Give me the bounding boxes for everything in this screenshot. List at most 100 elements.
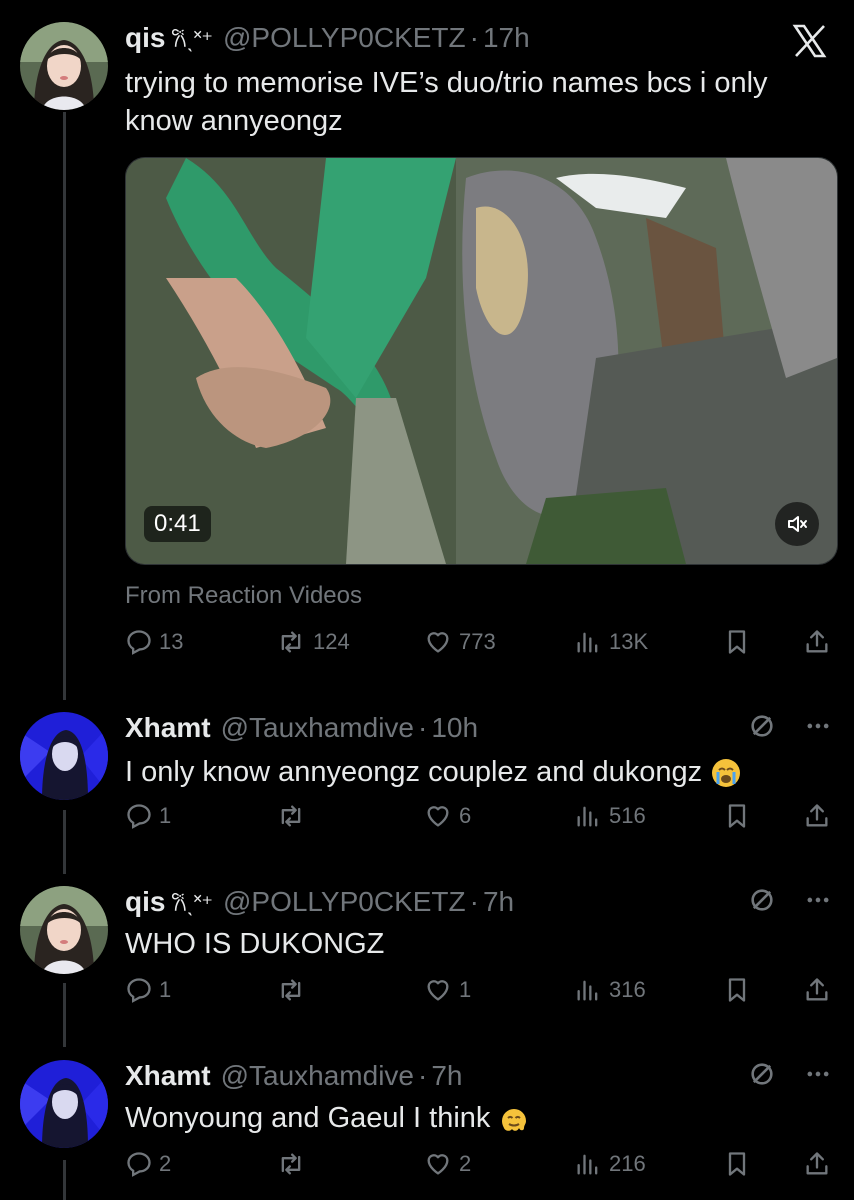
share-button[interactable] xyxy=(803,976,831,1004)
avatar[interactable] xyxy=(20,886,108,974)
avatar[interactable] xyxy=(20,22,108,110)
retweet-icon xyxy=(275,1150,307,1178)
thread-line xyxy=(63,1160,66,1200)
like-button[interactable]: 2 xyxy=(423,1150,471,1178)
share-button[interactable] xyxy=(803,802,831,830)
tweet-header: qis 𐙚ˎ˟⁺ @POLLYP0CKETZ · 17h xyxy=(125,22,530,53)
retweet-button[interactable] xyxy=(275,802,313,830)
reply-count: 13 xyxy=(159,629,184,654)
grok-icon[interactable] xyxy=(748,712,776,745)
like-count: 1 xyxy=(459,977,472,1002)
retweet-button[interactable]: 124 xyxy=(275,628,350,656)
name-decoration: 𐙚ˎ˟⁺ xyxy=(171,891,213,916)
reply-count: 1 xyxy=(159,977,172,1002)
bookmark-button[interactable] xyxy=(723,802,751,830)
x-logo-icon[interactable] xyxy=(792,24,828,63)
action-bar: 1 6 516 xyxy=(125,802,830,842)
like-button[interactable]: 773 xyxy=(423,628,496,656)
share-icon xyxy=(803,628,831,656)
tweet-text-line: I only know annyeongz couplez and dukong… xyxy=(125,754,825,790)
crying-face-icon xyxy=(712,759,741,788)
reply-icon xyxy=(125,1150,153,1178)
views-button[interactable]: 516 xyxy=(573,802,646,830)
views-icon xyxy=(573,976,603,1004)
like-count: 773 xyxy=(459,629,496,654)
handle[interactable]: @Tauxhamdive xyxy=(221,1060,414,1091)
reply-button[interactable]: 1 xyxy=(125,976,171,1004)
video-player[interactable]: 0:41 xyxy=(125,157,838,565)
display-name[interactable]: Xhamt xyxy=(125,1060,211,1091)
like-button[interactable]: 6 xyxy=(423,802,471,830)
views-button[interactable]: 216 xyxy=(573,1150,646,1178)
tweet-header: Xhamt @Tauxhamdive · 10h xyxy=(125,712,479,743)
more-icon[interactable] xyxy=(804,1060,832,1093)
tweet-text: Wonyoung and Gaeul I think xyxy=(125,1102,491,1134)
share-icon xyxy=(803,1150,831,1178)
retweet-count: 124 xyxy=(313,629,350,654)
bookmark-icon xyxy=(723,802,751,830)
like-count: 2 xyxy=(459,1151,472,1176)
retweet-icon xyxy=(275,628,307,656)
view-count: 13K xyxy=(609,629,649,654)
like-button[interactable]: 1 xyxy=(423,976,471,1004)
bookmark-icon xyxy=(723,976,751,1004)
like-icon xyxy=(423,1150,453,1178)
timestamp[interactable]: 7h xyxy=(431,1060,462,1091)
views-icon xyxy=(573,1150,603,1178)
timestamp[interactable]: 17h xyxy=(483,22,530,53)
melting-face-icon xyxy=(502,1109,527,1132)
reply-button[interactable]: 2 xyxy=(125,1150,171,1178)
source-label[interactable]: From Reaction Videos xyxy=(125,582,362,610)
retweet-button[interactable] xyxy=(275,1150,313,1178)
views-button[interactable]: 13K xyxy=(573,628,648,656)
display-name[interactable]: Xhamt xyxy=(125,712,211,743)
view-count: 216 xyxy=(609,1151,646,1176)
retweet-icon xyxy=(275,976,307,1004)
bookmark-icon xyxy=(723,1150,751,1178)
share-button[interactable] xyxy=(803,1150,831,1178)
name-decoration: 𐙚ˎ˟⁺ xyxy=(171,27,213,52)
bookmark-button[interactable] xyxy=(723,628,751,656)
timestamp[interactable]: 10h xyxy=(431,712,478,743)
bookmark-icon xyxy=(723,628,751,656)
bookmark-button[interactable] xyxy=(723,1150,751,1178)
like-icon xyxy=(423,802,453,830)
reply-button[interactable]: 1 xyxy=(125,802,171,830)
thread-line xyxy=(63,983,66,1047)
share-button[interactable] xyxy=(803,628,831,656)
share-icon xyxy=(803,802,831,830)
muted-icon[interactable] xyxy=(775,502,819,546)
timestamp[interactable]: 7h xyxy=(483,886,514,917)
views-button[interactable]: 316 xyxy=(573,976,646,1004)
share-icon xyxy=(803,976,831,1004)
action-bar: 2 2 216 xyxy=(125,1150,830,1190)
tweet-text: WHO IS DUKONGZ xyxy=(125,928,385,960)
tweet-text: trying to memorise IVE’s duo/trio names … xyxy=(125,67,768,137)
more-icon[interactable] xyxy=(804,886,832,919)
avatar[interactable] xyxy=(20,712,108,800)
grok-icon[interactable] xyxy=(748,886,776,919)
handle[interactable]: @POLLYP0CKETZ xyxy=(223,886,466,917)
reply-icon xyxy=(125,628,153,656)
display-name[interactable]: qis xyxy=(125,886,165,917)
retweet-button[interactable] xyxy=(275,976,313,1004)
handle[interactable]: @POLLYP0CKETZ xyxy=(223,22,466,53)
more-icon[interactable] xyxy=(804,712,832,745)
action-bar: 1 1 316 xyxy=(125,976,830,1016)
like-icon xyxy=(423,976,453,1004)
thread-line xyxy=(63,112,66,700)
video-duration: 0:41 xyxy=(144,506,211,542)
view-count: 516 xyxy=(609,803,646,828)
retweet-icon xyxy=(275,802,307,830)
view-count: 316 xyxy=(609,977,646,1002)
display-name[interactable]: qis xyxy=(125,22,165,53)
reply-button[interactable]: 13 xyxy=(125,628,183,656)
avatar[interactable] xyxy=(20,1060,108,1148)
like-icon xyxy=(423,628,453,656)
views-icon xyxy=(573,802,603,830)
reply-icon xyxy=(125,802,153,830)
action-bar: 13 124 773 13K xyxy=(125,628,830,668)
grok-icon[interactable] xyxy=(748,1060,776,1093)
bookmark-button[interactable] xyxy=(723,976,751,1004)
handle[interactable]: @Tauxhamdive xyxy=(221,712,414,743)
